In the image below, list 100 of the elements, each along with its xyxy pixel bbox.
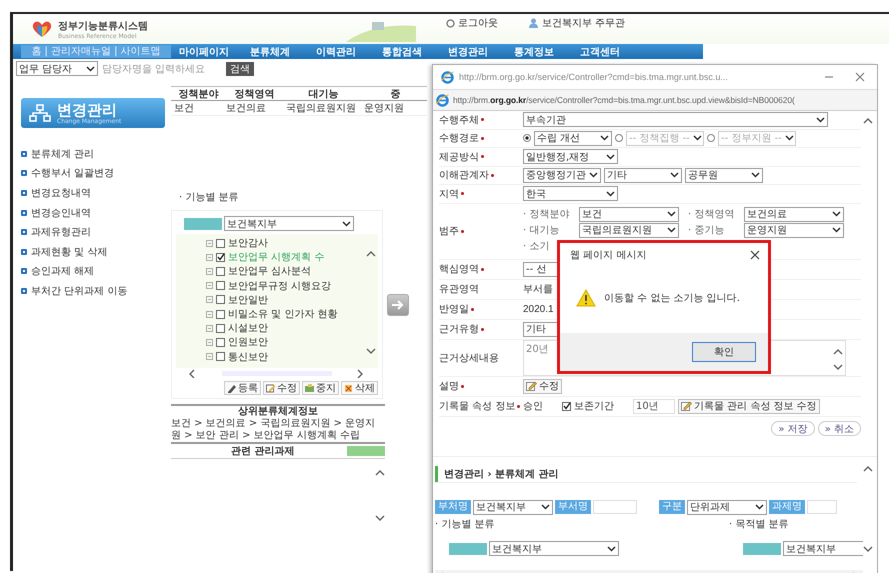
field-label: · 정책분야 [523, 208, 570, 221]
dropdown[interactable]: 운영지원 [744, 222, 844, 238]
bullet-icon [21, 150, 27, 157]
dropdown[interactable]: 중앙행정기관 [523, 168, 601, 183]
checkbox[interactable] [216, 352, 225, 362]
edit-button[interactable]: 수정 [523, 378, 562, 394]
checkbox[interactable] [216, 238, 225, 248]
checkmark-icon [216, 253, 224, 262]
radio-button[interactable] [523, 134, 531, 142]
tree-item[interactable]: 인원보안 [228, 335, 268, 350]
tree-item[interactable]: 통신보안 [228, 350, 268, 364]
field-value: 보존기간 [574, 400, 614, 413]
nav-item[interactable]: 변경관리 [435, 44, 501, 58]
sidebar-item[interactable]: 변경승인내역 [21, 202, 165, 222]
dropdown[interactable]: 국립의료원지원 [579, 222, 679, 238]
logout-link[interactable]: 로그아웃 [446, 16, 498, 30]
dropdown[interactable]: 공무원 [685, 168, 763, 183]
dropdown[interactable]: 단위과제 [687, 500, 767, 514]
edit-button[interactable]: 기록물 관리 속성 정보 수정 [678, 398, 820, 414]
sidebar-item[interactable]: 승인과제 해제 [21, 262, 165, 282]
sidebar-item[interactable]: 부처간 단위과제 이동 [21, 281, 165, 301]
nav-item[interactable]: 이력관리 [303, 44, 369, 58]
dropdown[interactable]: 보건의료 [744, 206, 844, 222]
dropdown[interactable]: 보건복지부 [473, 500, 553, 514]
tree-item[interactable]: 보안업무규정 시행요강 [228, 278, 332, 293]
nav-item[interactable]: 분류체계 [237, 44, 303, 58]
field-label: · 소기 [523, 240, 550, 253]
caret-icon [670, 172, 679, 178]
chevron-up-icon [863, 465, 873, 474]
toolbar-button[interactable]: 등록 [224, 381, 261, 395]
close-icon [855, 72, 865, 82]
dropdown[interactable]: 보건복지부 [783, 541, 863, 556]
tree-node-icon [206, 282, 213, 290]
caret-icon [342, 220, 351, 226]
pencil-note-icon [526, 381, 537, 391]
button-icon [227, 383, 237, 393]
chevron-down-icon [833, 362, 843, 372]
tree-item[interactable]: 보안감사 [228, 236, 268, 250]
sidebar-item[interactable]: 수행부서 일괄변경 [21, 164, 165, 184]
checkbox[interactable] [216, 252, 225, 262]
toolbar-button[interactable]: 중지 [302, 381, 339, 395]
tree-item[interactable]: 비밀소유 및 인가자 현황 [228, 307, 338, 322]
dropdown[interactable]: 부속기관 [523, 112, 828, 128]
user-icon [528, 18, 539, 28]
field-label: 기록물 속성 정보 [439, 400, 516, 413]
nav-item[interactable]: 고객센터 [567, 44, 633, 58]
dropdown[interactable]: 일반행정,재정 [523, 149, 618, 164]
nav-item[interactable]: 통합검색 [369, 44, 435, 58]
dropdown[interactable]: 보건복지부 [489, 541, 619, 556]
close-button[interactable] [748, 248, 762, 262]
ok-button[interactable]: 확인 [692, 342, 756, 362]
checkbox[interactable] [216, 281, 225, 290]
action-button[interactable]: » 저장 [771, 420, 815, 436]
tree-item[interactable]: 시설보안 [228, 321, 268, 336]
caret-icon [589, 172, 598, 178]
toolbar-button[interactable]: 삭제 [341, 381, 378, 395]
input-field[interactable]: 10년 [633, 398, 675, 414]
checkbox[interactable] [216, 266, 225, 276]
section-label: · 기능별 분류 [435, 518, 496, 531]
caret-icon [541, 504, 550, 510]
caret-icon [692, 135, 702, 142]
checkbox[interactable] [216, 338, 225, 347]
sidebar-item[interactable]: 과제유형관리 [21, 222, 165, 242]
tree-node-icon [206, 324, 213, 332]
dropdown[interactable]: 한국 [523, 186, 618, 202]
sidebar-item[interactable]: 변경요청내역 [21, 183, 165, 203]
input-field[interactable] [807, 500, 837, 514]
action-button[interactable]: » 취소 [818, 420, 861, 436]
checkbox[interactable] [562, 402, 571, 410]
bullet-icon [21, 229, 27, 236]
column-header: 정책영역 [234, 88, 276, 100]
checkbox[interactable] [216, 295, 225, 304]
toolbar-button[interactable]: 수정 [263, 381, 300, 395]
browser-globe-icon [441, 70, 454, 84]
checkbox[interactable] [216, 310, 225, 319]
bullet-icon [21, 268, 27, 274]
caret-icon [607, 546, 616, 552]
chevron-up-icon [863, 117, 873, 126]
sidebar-item[interactable]: 과제현황 및 삭제 [21, 242, 165, 262]
button-icon [305, 383, 315, 393]
nav-item[interactable]: 통계정보 [501, 44, 567, 58]
checkbox[interactable] [216, 324, 225, 333]
tree-item[interactable]: 보안일반 [228, 292, 268, 307]
input-field[interactable] [593, 500, 637, 514]
tree-item[interactable]: 보안업무 심사분석 [228, 264, 312, 278]
search-button[interactable]: 검색 [226, 62, 254, 76]
dropdown[interactable]: 업무 담당자 [16, 61, 98, 76]
field-label: 수행주체 [439, 114, 479, 127]
column-header: 대기능 [308, 88, 340, 100]
move-button[interactable] [387, 294, 409, 316]
dropdown[interactable]: 기타 [604, 168, 682, 183]
bullet-icon [21, 170, 27, 176]
sidebar-item[interactable]: 분류체계 관리 [21, 144, 165, 164]
bullet-icon [21, 210, 27, 216]
nav-item[interactable]: 마이페이지 [171, 44, 237, 58]
field-value: 승인 [523, 400, 543, 413]
dropdown[interactable]: 보건복지부 [224, 216, 354, 231]
dropdown[interactable]: 수립 개선 [534, 130, 612, 146]
dropdown[interactable]: 보건 [579, 206, 679, 222]
caret-icon [606, 190, 615, 197]
